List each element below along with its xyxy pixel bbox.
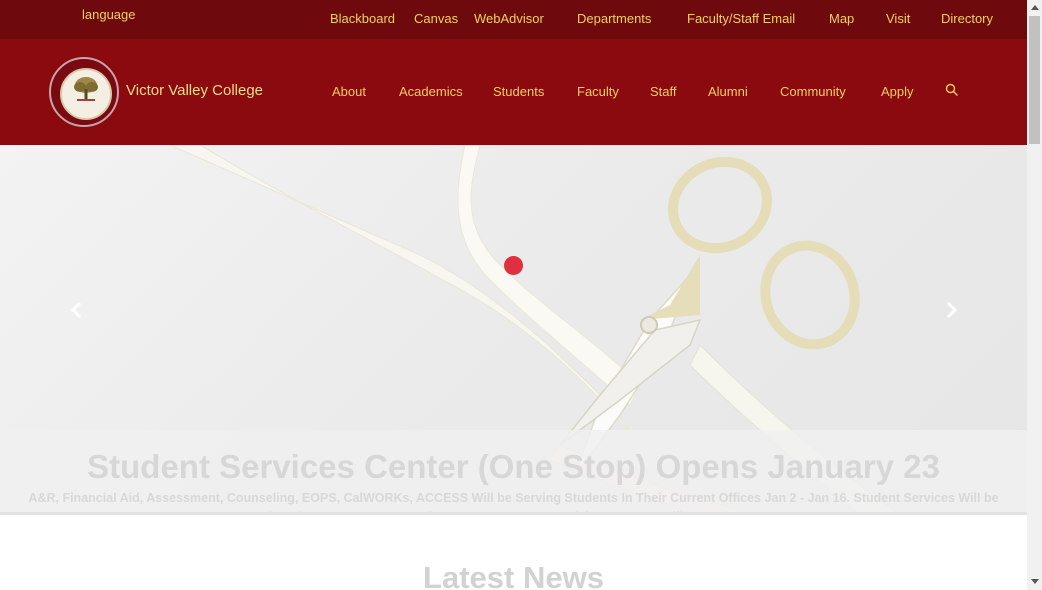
link-canvas[interactable]: Canvas [414, 11, 458, 26]
slide-title[interactable]: Student Services Center (One Stop) Opens… [0, 448, 1027, 486]
scroll-down-arrow-icon[interactable] [1031, 579, 1039, 584]
language-selector[interactable]: language [82, 7, 136, 22]
nav-students[interactable]: Students [493, 84, 544, 99]
utility-bar: language Blackboard Canvas WebAdvisor De… [0, 0, 1027, 39]
vertical-scrollbar[interactable] [1027, 0, 1042, 590]
nav-academics[interactable]: Academics [399, 84, 463, 99]
scrollbar-thumb[interactable] [1029, 16, 1040, 144]
nav-alumni[interactable]: Alumni [708, 84, 748, 99]
site-name[interactable]: Victor Valley College [126, 82, 263, 99]
nav-apply[interactable]: Apply [881, 84, 914, 99]
link-faculty-staff-email[interactable]: Faculty/Staff Email [687, 11, 795, 26]
chevron-right-icon[interactable] [942, 300, 960, 320]
nav-staff[interactable]: Staff [650, 84, 677, 99]
link-departments[interactable]: Departments [577, 11, 651, 26]
chevron-left-icon[interactable] [68, 300, 86, 320]
search-icon[interactable] [945, 83, 959, 97]
seal-tree-icon [74, 77, 98, 101]
site-header: Victor Valley College About Academics St… [0, 39, 1027, 145]
link-blackboard[interactable]: Blackboard [330, 11, 395, 26]
college-seal-logo[interactable] [49, 57, 119, 127]
link-map[interactable]: Map [829, 11, 854, 26]
latest-news-heading: Latest News [423, 560, 604, 590]
nav-faculty[interactable]: Faculty [577, 84, 619, 99]
nav-about[interactable]: About [332, 84, 366, 99]
scroll-up-arrow-icon[interactable] [1031, 5, 1039, 10]
slide-indicator-dot[interactable] [504, 256, 523, 275]
hero-slider: Student Services Center (One Stop) Opens… [0, 145, 1027, 515]
link-visit[interactable]: Visit [886, 11, 910, 26]
hero-divider [0, 512, 1027, 515]
page: language Blackboard Canvas WebAdvisor De… [0, 0, 1027, 590]
link-webadvisor[interactable]: WebAdvisor [474, 11, 544, 26]
nav-community[interactable]: Community [780, 84, 846, 99]
link-directory[interactable]: Directory [941, 11, 993, 26]
